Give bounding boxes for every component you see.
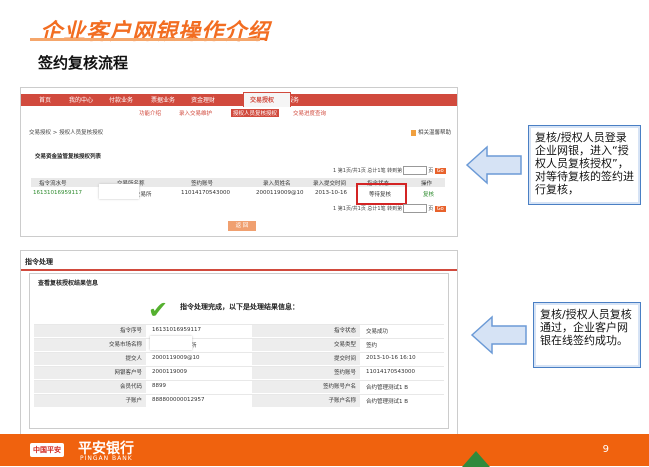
pager-suffix: 页 xyxy=(428,168,434,174)
value: 2000119009 xyxy=(152,369,187,375)
done-message: 指令处理完成，以下是处理结果信息： xyxy=(180,303,299,311)
callout-step-success: 复核/授权人员复核通过，企业客户网银在线签约成功。 xyxy=(533,302,641,368)
left-arrow-icon xyxy=(470,315,527,355)
pager-text: 1 第1页/共1页 总计1笔 转到第 xyxy=(333,168,403,174)
back-button[interactable]: 返 回 xyxy=(228,221,256,231)
col-submit-time: 录入提交时间 xyxy=(313,181,347,187)
status-highlight-box xyxy=(356,183,407,205)
tree-logo-icon xyxy=(462,451,490,467)
nav-item-home[interactable]: 首页 xyxy=(39,95,51,104)
nav-item-payment[interactable]: 付款业务 xyxy=(109,95,133,104)
title-underline xyxy=(30,38,260,41)
col-account: 签约账号 xyxy=(191,181,214,187)
nav-item-authorization[interactable]: 交易授权 xyxy=(243,92,291,107)
value: 11014170543000 xyxy=(366,369,415,375)
help-label: 相关温馨帮助 xyxy=(417,130,451,136)
subnav-intro[interactable]: 功能介绍 xyxy=(139,109,161,117)
page-input-bottom[interactable] xyxy=(403,204,428,213)
footer-bar: 中国平安 平安银行 PINGAN BANK 9 xyxy=(0,434,649,466)
result-row: 子账户 888800000012957 子账户名称 合约管理测试1 B xyxy=(34,394,444,408)
label: 子账户 xyxy=(34,395,146,407)
result-row: 指令序号 16131016959117 指令状态 交易成功 xyxy=(34,324,444,338)
result-row: 提交人 2000119009@10 提交时间 2013-10-16 16:10 xyxy=(34,352,444,366)
label: 交易类型 xyxy=(252,339,360,351)
instruction-title: 指令处理 xyxy=(25,258,53,266)
help-icon xyxy=(410,129,416,136)
col-action: 操作 xyxy=(421,181,433,187)
value: 交易成功 xyxy=(366,329,389,335)
top-navbar: 首页 我的中心 付款业务 票据业务 资金理财 客户服务 xyxy=(21,94,457,106)
title-divider xyxy=(21,269,457,271)
nav-item-my-center[interactable]: 我的中心 xyxy=(69,95,93,104)
result-section-title: 查看复核授权结果信息 xyxy=(38,280,99,287)
label: 指令状态 xyxy=(252,325,360,337)
slide-title: 企业客户网银操作介绍 xyxy=(40,20,271,45)
pager-top: 1 第1页/共1页 总计1笔 转到第 页 Go xyxy=(333,166,446,175)
review-link[interactable]: 复核 xyxy=(423,190,434,198)
subnav-entry-maintain[interactable]: 录入交易维护 xyxy=(179,109,212,117)
left-arrow-icon xyxy=(465,145,522,185)
label: 网银客户号 xyxy=(34,367,146,379)
label: 子账户名称 xyxy=(252,395,360,407)
nav-item-bills[interactable]: 票据业务 xyxy=(151,95,175,104)
row-operator: 2000119009@10 xyxy=(256,190,304,196)
redaction-box xyxy=(150,336,192,350)
pingan-logo: 中国平安 xyxy=(30,443,64,457)
row-account: 11014170543000 xyxy=(181,190,230,196)
go-button[interactable]: Go xyxy=(434,167,446,174)
label: 签约账号户名 xyxy=(252,381,360,393)
result-panel: 查看复核授权结果信息 ✔ 指令处理完成，以下是处理结果信息： 指令序号 1613… xyxy=(29,273,449,446)
result-row: 网银客户号 2000119009 签约账号 11014170543000 xyxy=(34,366,444,380)
row-serial[interactable]: 16131016959117 xyxy=(33,190,82,196)
redaction-box xyxy=(99,184,139,199)
label: 签约账号 xyxy=(252,367,360,379)
help-link[interactable]: 相关温馨帮助 xyxy=(410,128,451,136)
logo-text: 中国平安 xyxy=(33,446,61,454)
result-row: 交易市场名称 交易所 交易类型 签约 xyxy=(34,338,444,352)
value: 合约管理测试1 B xyxy=(366,399,409,405)
callout-step-review: 复核/授权人员登录企业网银，进入“授权人员复核授权”，对等待复核的签约进行复核， xyxy=(528,125,641,205)
go-button-bottom[interactable]: Go xyxy=(434,205,446,212)
value: 签约 xyxy=(366,343,378,349)
result-table: 指令序号 16131016959117 指令状态 交易成功 交易市场名称 交易所… xyxy=(34,324,444,408)
value: 合约管理测试1 B xyxy=(366,385,409,391)
label: 交易市场名称 xyxy=(34,339,146,351)
pager-suffix-bottom: 页 xyxy=(428,206,434,212)
row-submit-time: 2013-10-16 xyxy=(315,190,347,196)
pager-text-bottom: 1 第1页/共1页 总计1笔 转到第 xyxy=(333,206,403,212)
label: 提交时间 xyxy=(252,353,360,365)
col-operator: 录入员姓名 xyxy=(263,181,291,187)
label: 提交人 xyxy=(34,353,146,365)
value: 8899 xyxy=(152,383,166,389)
subnav-progress-query[interactable]: 交易进度查询 xyxy=(293,109,326,117)
page-input[interactable] xyxy=(403,166,428,175)
result-row: 会员代码 8899 签约账号户名 合约管理测试1 B xyxy=(34,380,444,394)
subnav-review-authorize[interactable]: 授权人员复核授权 xyxy=(231,109,280,117)
label: 指令序号 xyxy=(34,325,146,337)
label: 会员代码 xyxy=(34,381,146,393)
pager-bottom: 1 第1页/共1页 总计1笔 转到第 页 Go xyxy=(333,204,446,213)
list-panel-title: 交易资金监管复核授权列表 xyxy=(35,154,102,160)
value: 888800000012957 xyxy=(152,397,205,403)
nav-active-label: 交易授权 xyxy=(250,97,275,104)
col-serial: 指令流水号 xyxy=(39,181,67,187)
page-number: 9 xyxy=(602,444,609,455)
nav-item-finance[interactable]: 资金理财 xyxy=(191,95,215,104)
success-check-icon: ✔ xyxy=(148,296,169,324)
value: 2000119009@10 xyxy=(152,355,200,361)
value: 2013-10-16 16:10 xyxy=(366,355,416,361)
value: 16131016959117 xyxy=(152,327,201,333)
bank-name-en: PINGAN BANK xyxy=(80,455,133,462)
screenshot-result: 指令处理 查看复核授权结果信息 ✔ 指令处理完成，以下是处理结果信息： 指令序号… xyxy=(20,250,458,446)
screenshot-authorization-list: 首页 我的中心 付款业务 票据业务 资金理财 客户服务 交易授权 功能介绍 录入… xyxy=(20,87,458,237)
slide-subtitle: 签约复核流程 xyxy=(38,54,129,72)
breadcrumb[interactable]: 交易授权 > 授权人员复核授权 xyxy=(29,128,103,136)
